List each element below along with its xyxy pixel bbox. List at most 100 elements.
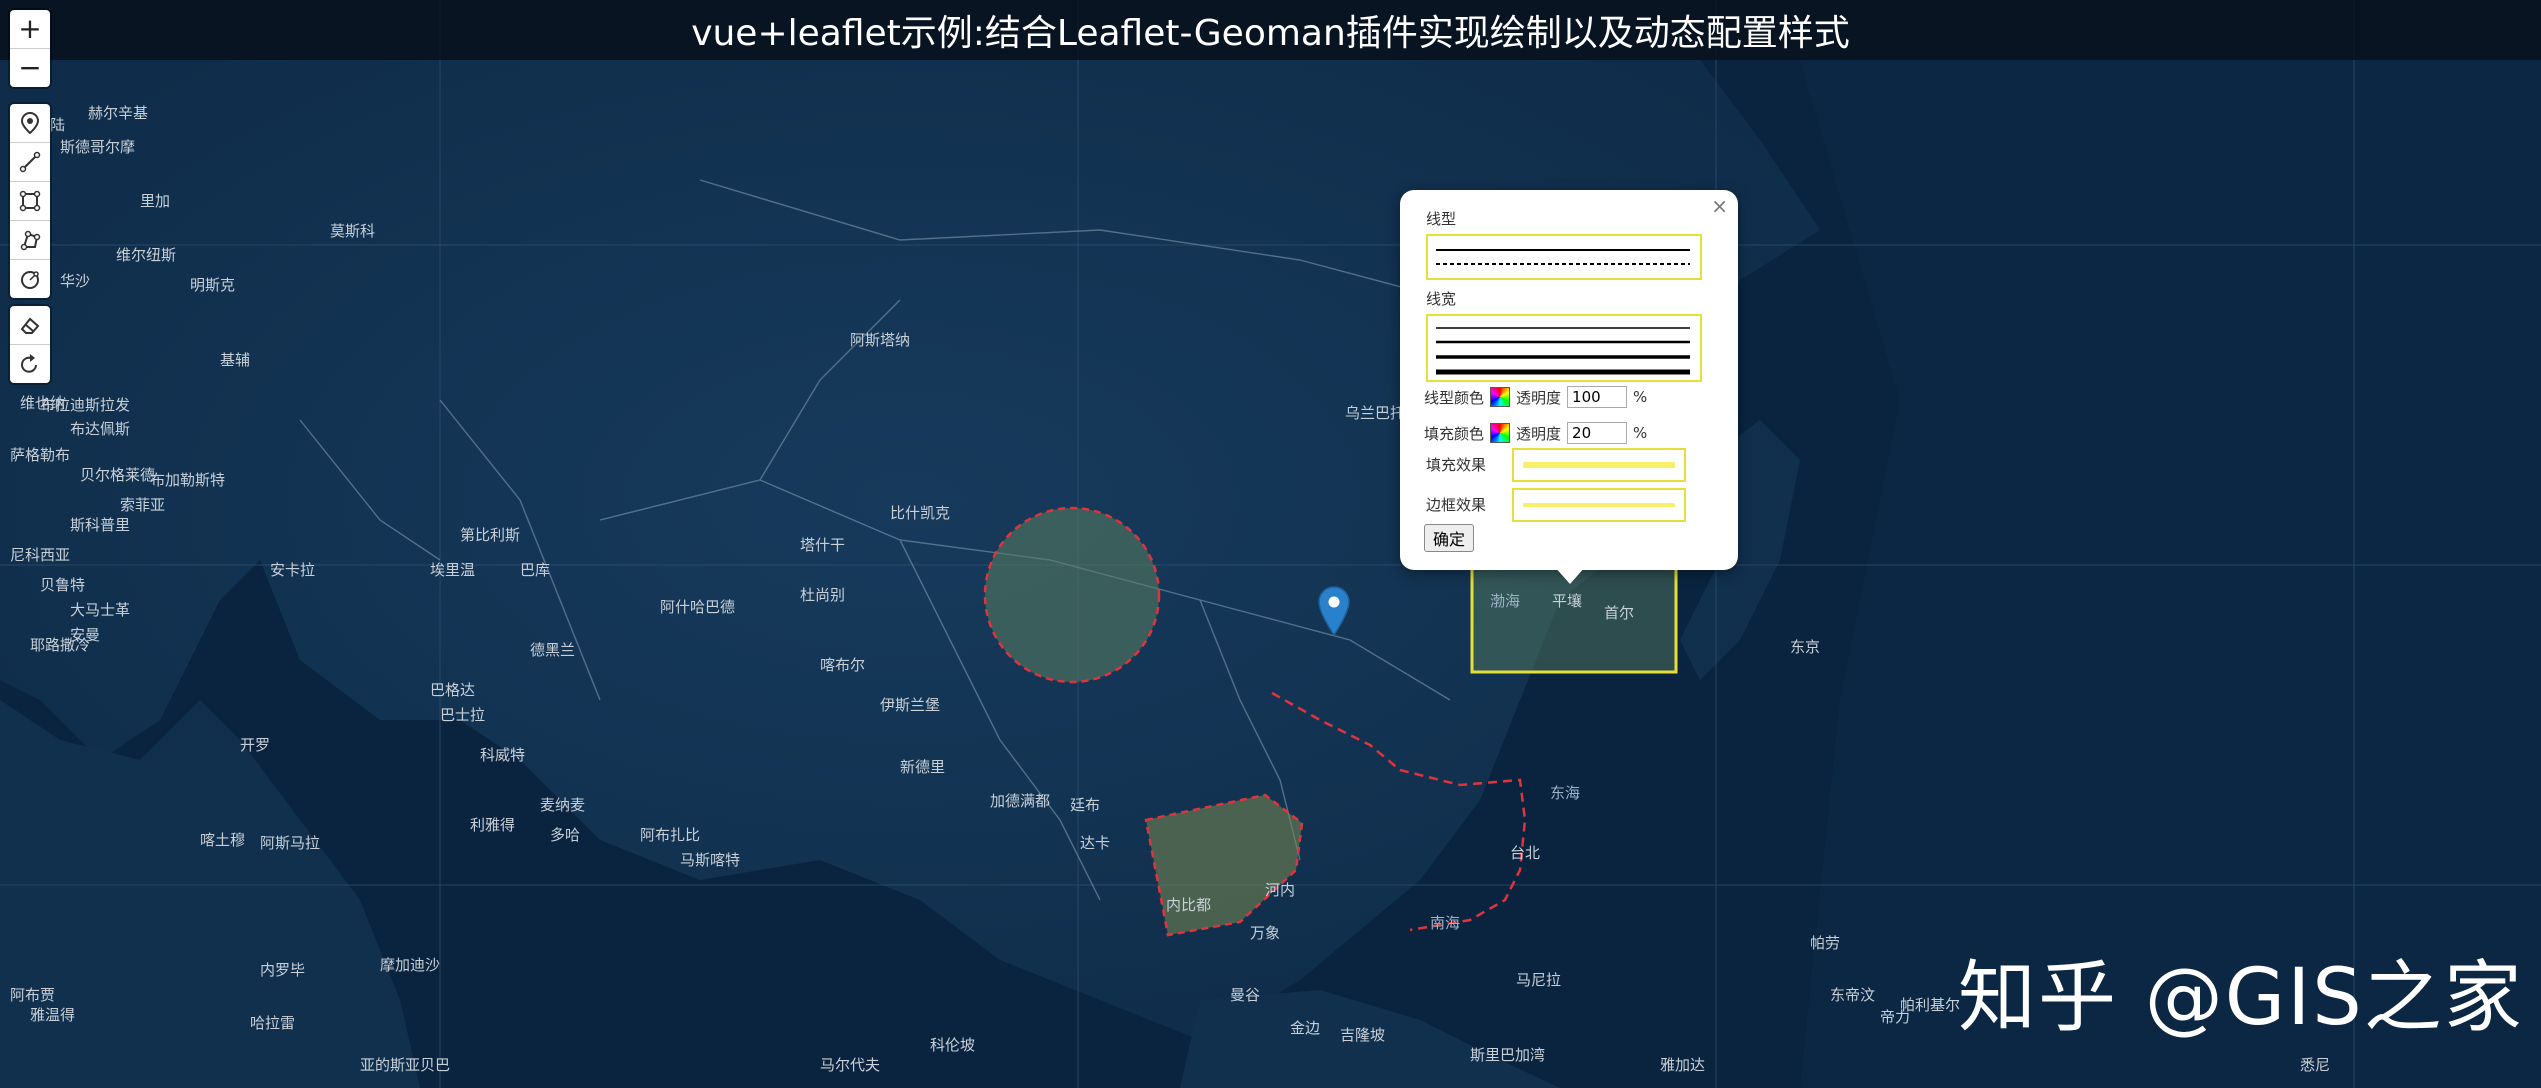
draw-rectangle-button[interactable] — [10, 182, 50, 221]
zoom-out-button[interactable]: − — [10, 49, 50, 87]
place-label: 马尔代夫 — [820, 1056, 880, 1074]
place-label: 首尔 — [1604, 604, 1634, 622]
map-marker-icon[interactable] — [1318, 586, 1350, 636]
place-label: 东帝汶 — [1830, 986, 1875, 1004]
line-opacity-input[interactable] — [1567, 386, 1628, 408]
place-label: 斯德哥尔摩 — [60, 138, 135, 156]
place-label: 开罗 — [240, 736, 270, 754]
place-label: 雅加达 — [1660, 1056, 1705, 1074]
place-label: 帕劳 — [1810, 934, 1840, 952]
place-label: 维尔纽斯 — [116, 246, 176, 264]
place-label: 巴格达 — [430, 681, 475, 699]
draw-marker-button[interactable] — [10, 104, 50, 143]
base-map[interactable]: 赫尔辛基斯德哥尔摩奥斯陆里加维尔纽斯明斯克莫斯科华沙基辅维也纳布拉迪斯拉发布达佩… — [0, 0, 2541, 1088]
place-label: 亚的斯亚贝巴 — [360, 1056, 450, 1074]
place-label: 渤海 — [1490, 592, 1520, 610]
confirm-button[interactable]: 确定 — [1424, 524, 1475, 552]
place-label: 巴库 — [520, 561, 550, 579]
line-type-select[interactable] — [1426, 234, 1702, 280]
place-label: 布加勒斯特 — [150, 471, 225, 489]
popup-tip — [1554, 566, 1586, 584]
line-width-options — [1436, 327, 1690, 375]
place-label: 乌兰巴托 — [1345, 404, 1405, 422]
place-label: 新德里 — [900, 758, 945, 776]
line-width-label: 线宽 — [1426, 290, 1457, 308]
place-label: 雅温得 — [30, 1006, 75, 1024]
popup-close-button[interactable]: × — [1711, 194, 1728, 218]
watermark: 知乎 @GIS之家 — [1958, 953, 2524, 1043]
place-label: 阿斯塔纳 — [850, 331, 910, 349]
place-label: 加德满都 — [990, 792, 1050, 810]
place-label: 阿布扎比 — [640, 826, 700, 844]
place-label: 南海 — [1430, 914, 1460, 932]
place-label: 哈拉雷 — [250, 1014, 295, 1032]
place-label: 吉隆坡 — [1340, 1026, 1385, 1044]
edit-toolbar — [10, 306, 50, 383]
fill-color-picker[interactable] — [1490, 423, 1511, 443]
place-label: 马尼拉 — [1516, 971, 1561, 989]
place-label: 科威特 — [480, 746, 525, 764]
place-label: 科伦坡 — [930, 1036, 975, 1054]
place-label: 阿斯马拉 — [260, 834, 320, 852]
drawn-circle[interactable] — [983, 506, 1161, 684]
place-label: 赫尔辛基 — [88, 104, 148, 122]
eraser-icon — [20, 317, 40, 334]
place-label: 比什凯克 — [890, 504, 950, 522]
place-label: 阿布贾 — [10, 986, 55, 1004]
place-label: 布拉迪斯拉发 — [40, 396, 130, 414]
zoom-in-button[interactable]: + — [10, 10, 50, 49]
place-label: 耶路撒冷 — [30, 636, 90, 654]
place-label: 萨格勒布 — [10, 446, 70, 464]
draw-toolbar — [10, 104, 50, 298]
place-label: 摩加迪沙 — [380, 956, 440, 974]
draw-polygon-button[interactable] — [10, 221, 50, 260]
fill-effect-select[interactable] — [1512, 448, 1686, 482]
place-label: 塔什干 — [800, 536, 845, 554]
place-label: 达卡 — [1080, 834, 1110, 852]
place-label: 悉尼 — [2300, 1056, 2330, 1074]
line-color-label: 线型颜色 — [1424, 388, 1485, 407]
fill-effect-label: 填充效果 — [1426, 456, 1487, 474]
place-label: 东海 — [1550, 784, 1580, 802]
place-label: 索菲亚 — [120, 496, 165, 514]
fill-color-label: 填充颜色 — [1424, 424, 1485, 443]
place-label: 平壤 — [1552, 592, 1582, 610]
place-label: 曼谷 — [1230, 986, 1260, 1004]
place-label: 阿什哈巴德 — [660, 598, 735, 616]
border-effect-select[interactable] — [1512, 488, 1686, 522]
place-label: 斯科普里 — [70, 516, 130, 534]
place-label: 麦纳麦 — [540, 796, 585, 814]
fill-opacity-input[interactable] — [1567, 422, 1628, 444]
polyline-icon — [19, 151, 41, 173]
page-title: vue+leaflet示例:结合Leaflet-Geoman插件实现绘制以及动态… — [691, 13, 1850, 54]
title-bar: vue+leaflet示例:结合Leaflet-Geoman插件实现绘制以及动态… — [0, 0, 2541, 60]
place-label: 贝鲁特 — [40, 576, 85, 594]
place-label: 莫斯科 — [330, 222, 375, 240]
place-label: 安卡拉 — [270, 561, 315, 579]
place-label: 内比都 — [1166, 896, 1211, 914]
place-label: 万象 — [1250, 924, 1280, 942]
line-width-select[interactable] — [1426, 314, 1702, 382]
remove-layer-button[interactable] — [10, 306, 50, 345]
draw-circle-button[interactable] — [10, 260, 50, 298]
place-label: 马斯喀特 — [680, 851, 740, 869]
place-label: 廷布 — [1070, 796, 1100, 814]
rotate-icon — [21, 354, 37, 373]
draw-polyline-button[interactable] — [10, 143, 50, 182]
line-color-picker[interactable] — [1490, 387, 1511, 407]
place-label: 华沙 — [60, 272, 90, 290]
fill-opacity-unit: % — [1633, 424, 1648, 442]
fill-opacity-label: 透明度 — [1516, 424, 1562, 443]
place-label: 贝尔格莱德 — [80, 466, 155, 484]
place-label: 明斯克 — [190, 276, 235, 294]
rectangle-icon — [19, 190, 41, 212]
place-label: 斯里巴加湾 — [1470, 1046, 1545, 1064]
rotate-layer-button[interactable] — [10, 345, 50, 383]
place-label: 里加 — [140, 192, 170, 210]
line-color-row: 线型颜色 透明度 % — [1424, 386, 1647, 408]
place-label: 台北 — [1510, 844, 1540, 862]
line-type-label: 线型 — [1426, 210, 1457, 228]
fill-color-row: 填充颜色 透明度 % — [1424, 422, 1647, 444]
polygon-icon — [20, 230, 41, 251]
line-type-options — [1436, 249, 1690, 265]
